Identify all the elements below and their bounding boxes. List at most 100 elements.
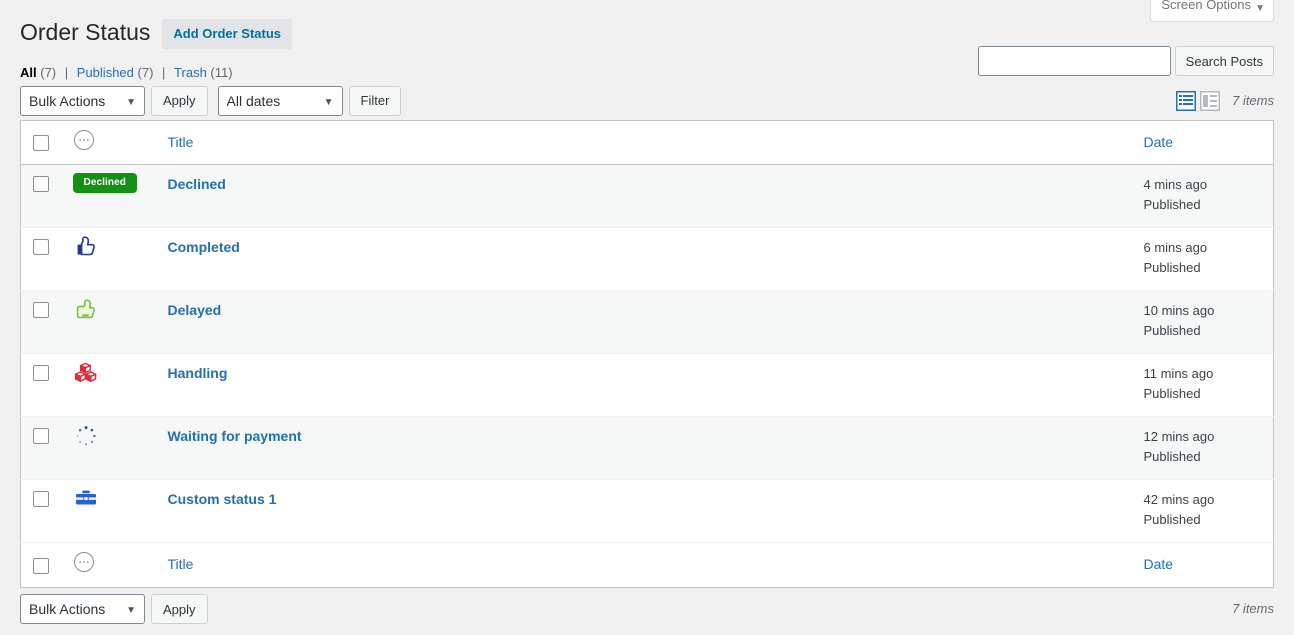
table-row: Handling 11 mins ago Published [21, 354, 1274, 417]
view-link-published-label[interactable]: Published [77, 65, 134, 80]
row-icon-cell [63, 354, 158, 417]
date-filter-select[interactable]: All dates [218, 86, 343, 116]
row-select-cell [21, 165, 63, 228]
status-badge: Declined [73, 173, 137, 193]
row-date: 11 mins ago [1144, 366, 1214, 381]
row-select-cell [21, 291, 63, 354]
list-view-icon[interactable] [1176, 91, 1196, 111]
thumbs-up-solid-icon [73, 234, 99, 260]
row-status: Published [1144, 510, 1264, 530]
row-date-cell: 42 mins ago Published [1134, 480, 1274, 543]
placeholder-circle-icon [73, 129, 95, 157]
search-submit-button[interactable]: Search Posts [1175, 46, 1274, 76]
view-link-all-label[interactable]: All [20, 65, 37, 80]
view-link-trash-label[interactable]: Trash [174, 65, 207, 80]
row-title-cell: Waiting for payment [158, 417, 1134, 480]
date-column-header[interactable]: Date [1134, 120, 1274, 165]
table-row: Waiting for payment 12 mins ago Publishe… [21, 417, 1274, 480]
page-wrap: Order Status Add Order Status Search Pos… [0, 0, 1294, 624]
bulk-actions-select-wrap-bottom: Bulk Actions ▼ [20, 594, 145, 624]
row-date: 12 mins ago [1144, 429, 1215, 444]
table-row: Custom status 1 42 mins ago Published [21, 480, 1274, 543]
row-date-cell: 4 mins ago Published [1134, 165, 1274, 228]
row-select-cell [21, 480, 63, 543]
briefcase-icon [73, 486, 99, 512]
bulk-actions-select-top[interactable]: Bulk Actions [20, 86, 145, 116]
row-title-link[interactable]: Waiting for payment [168, 428, 302, 444]
add-order-status-button[interactable]: Add Order Status [162, 19, 292, 49]
row-title-cell: Handling [158, 354, 1134, 417]
title-column-header[interactable]: Title [158, 120, 1134, 165]
row-date: 10 mins ago [1144, 303, 1215, 318]
row-date-cell: 11 mins ago Published [1134, 354, 1274, 417]
row-select-cell [21, 417, 63, 480]
tablenav-top: Bulk Actions ▼ Apply All dates ▼ Filter [20, 86, 1274, 116]
row-icon-cell [63, 417, 158, 480]
row-title-cell: Custom status 1 [158, 480, 1134, 543]
row-title-link[interactable]: Declined [168, 176, 226, 192]
row-status: Published [1144, 258, 1264, 278]
row-select-cell [21, 228, 63, 291]
spinner-icon [73, 423, 99, 449]
row-title-cell: Declined [158, 165, 1134, 228]
tablenav-pages-top: 7 items [1172, 86, 1274, 116]
select-all-checkbox-top[interactable] [33, 135, 49, 151]
icon-column-footer [63, 543, 158, 588]
select-all-footer [21, 543, 63, 588]
view-link-all-count: (7) [40, 65, 56, 80]
row-date-cell: 12 mins ago Published [1134, 417, 1274, 480]
table-row: Completed 6 mins ago Published [21, 228, 1274, 291]
table-header-row: Title Date [21, 120, 1274, 165]
row-select-cell [21, 354, 63, 417]
view-separator: | [157, 65, 170, 80]
select-all-checkbox-bottom[interactable] [33, 558, 49, 574]
table-head: Title Date [21, 120, 1274, 165]
view-link-trash[interactable]: Trash (11) [174, 60, 233, 86]
bulk-actions-select-bottom[interactable]: Bulk Actions [20, 594, 145, 624]
table-body: Declined Declined 4 mins ago Published [21, 165, 1274, 543]
row-checkbox[interactable] [33, 491, 49, 507]
table-footer-row: Title Date [21, 543, 1274, 588]
row-icon-cell [63, 480, 158, 543]
bulk-actions-select-wrap-top: Bulk Actions ▼ [20, 86, 145, 116]
icon-column-header [63, 120, 158, 165]
row-title-link[interactable]: Custom status 1 [168, 491, 277, 507]
row-date: 6 mins ago [1144, 240, 1208, 255]
page-header: Order Status Add Order Status [20, 0, 1274, 52]
row-status: Published [1144, 447, 1264, 467]
excerpt-view-icon[interactable] [1200, 91, 1220, 111]
bulk-actions-group-top: Bulk Actions ▼ Apply [20, 86, 208, 116]
search-input[interactable] [978, 46, 1171, 76]
row-title-link[interactable]: Completed [168, 239, 240, 255]
thumbs-up-outline-icon [73, 297, 99, 323]
row-date: 42 mins ago [1144, 492, 1215, 507]
view-link-all[interactable]: All (7) | [20, 60, 73, 86]
date-filter-group: All dates ▼ Filter [218, 86, 402, 116]
search-box: Search Posts [978, 46, 1274, 76]
apply-button-top[interactable]: Apply [151, 86, 208, 116]
row-date-cell: 10 mins ago Published [1134, 291, 1274, 354]
row-checkbox[interactable] [33, 176, 49, 192]
item-count-bottom: 7 items [1232, 600, 1274, 618]
view-link-published[interactable]: Published (7) | [77, 60, 171, 86]
apply-button-bottom[interactable]: Apply [151, 594, 208, 624]
row-checkbox[interactable] [33, 239, 49, 255]
row-status: Published [1144, 321, 1264, 341]
placeholder-circle-icon [73, 551, 95, 579]
date-column-footer[interactable]: Date [1134, 543, 1274, 588]
row-title-link[interactable]: Handling [168, 365, 228, 381]
tablenav-bottom: Bulk Actions ▼ Apply 7 items [20, 594, 1274, 624]
row-date-cell: 6 mins ago Published [1134, 228, 1274, 291]
title-column-footer[interactable]: Title [158, 543, 1134, 588]
view-link-published-count: (7) [138, 65, 154, 80]
row-status: Published [1144, 195, 1264, 215]
row-checkbox[interactable] [33, 428, 49, 444]
item-count-top: 7 items [1232, 92, 1274, 110]
row-checkbox[interactable] [33, 365, 49, 381]
row-checkbox[interactable] [33, 302, 49, 318]
row-icon-cell: Declined [63, 165, 158, 228]
filter-button[interactable]: Filter [349, 86, 402, 116]
table-row: Declined Declined 4 mins ago Published [21, 165, 1274, 228]
bulk-actions-group-bottom: Bulk Actions ▼ Apply [20, 594, 208, 624]
row-title-link[interactable]: Delayed [168, 302, 222, 318]
